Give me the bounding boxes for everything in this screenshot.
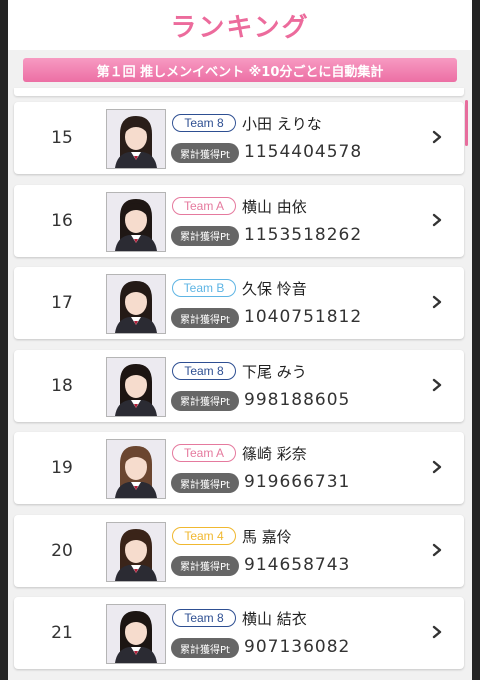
rank-number: 16: [51, 210, 73, 231]
rank-number: 19: [51, 458, 73, 478]
chevron-right-icon[interactable]: [426, 539, 448, 561]
points-label: 累計獲得Pt: [171, 555, 239, 576]
member-portrait-icon: [107, 110, 165, 168]
member-portrait-icon: [107, 275, 165, 333]
chevron-right-icon[interactable]: [426, 374, 448, 396]
scrollbar-thumb[interactable]: [465, 100, 468, 146]
ranking-card[interactable]: 17 Team B 久保 怜音 累計獲得Pt 1040751812: [14, 267, 464, 339]
chevron-right-icon[interactable]: [426, 126, 448, 148]
ranking-card[interactable]: 20 Team 4 馬 嘉伶 累計獲得Pt 914658743: [14, 514, 464, 587]
member-photo: [106, 191, 166, 252]
member-portrait-icon: [107, 605, 165, 663]
member-photo: [106, 439, 166, 499]
member-photo: [106, 356, 166, 417]
points-label: 累計獲得Pt: [171, 390, 239, 411]
points-label: 累計獲得Pt: [171, 225, 239, 246]
points-value: 1040751812: [244, 307, 363, 327]
team-badge: Team B: [172, 279, 236, 297]
chevron-right-icon[interactable]: [426, 209, 448, 231]
team-badge: Team 8: [172, 114, 236, 132]
previous-card-edge: [14, 88, 464, 96]
member-portrait-icon: [107, 440, 165, 498]
ranking-card[interactable]: 19 Team A 篠崎 彩奈 累計獲得Pt 919666731: [14, 432, 464, 504]
team-badge: Team A: [172, 196, 236, 215]
points-value: 914658743: [244, 554, 351, 575]
points-value: 919666731: [244, 472, 351, 492]
ranking-card[interactable]: 15 Team 8 小田 えりな 累計獲得Pt 1154404578: [14, 102, 464, 174]
chevron-right-icon[interactable]: [426, 621, 448, 643]
points-label: 累計獲得Pt: [171, 638, 239, 658]
ranking-card[interactable]: 21 Team 8 横山 結衣 累計獲得Pt 907136082: [14, 597, 464, 669]
team-badge: Team 4: [172, 526, 236, 545]
team-badge: Team A: [172, 444, 236, 462]
member-name: 篠崎 彩奈: [242, 445, 307, 463]
rank-number: 20: [51, 540, 73, 561]
member-name: 小田 えりな: [242, 115, 322, 133]
rank-number: 21: [51, 623, 73, 643]
member-name: 久保 怜音: [242, 280, 307, 298]
rank-number: 15: [51, 128, 73, 148]
page-title: ランキング: [170, 12, 310, 43]
points-value: 1154404578: [244, 142, 363, 162]
member-name: 馬 嘉伶: [242, 527, 292, 546]
member-photo: [106, 521, 166, 582]
member-photo: [106, 109, 166, 169]
chevron-right-icon[interactable]: [426, 291, 448, 313]
ranking-list[interactable]: 15 Team 8 小田 えりな 累計獲得Pt 1154404578 16 Te…: [8, 88, 472, 680]
member-portrait-icon: [107, 357, 165, 416]
points-label: 累計獲得Pt: [171, 473, 239, 493]
ranking-card[interactable]: 18 Team 8 下尾 みう 累計獲得Pt 998188605: [14, 349, 464, 422]
team-badge: Team 8: [172, 361, 236, 380]
header-bar: ランキング: [8, 0, 472, 50]
points-value: 907136082: [244, 637, 351, 657]
rank-number: 17: [51, 293, 73, 313]
member-portrait-icon: [107, 522, 165, 581]
member-name: 横山 結衣: [242, 610, 307, 628]
points-value: 1153518262: [244, 224, 363, 245]
team-badge: Team 8: [172, 609, 236, 627]
chevron-right-icon[interactable]: [426, 456, 448, 478]
event-banner: 第１回 推しメンイベント ※10分ごとに自動集計: [23, 58, 457, 82]
ranking-card[interactable]: 16 Team A 横山 由依 累計獲得Pt 1153518262: [14, 184, 464, 257]
member-portrait-icon: [107, 192, 165, 251]
member-name: 下尾 みう: [242, 362, 307, 381]
points-label: 累計獲得Pt: [171, 308, 239, 328]
member-photo: [106, 274, 166, 334]
rank-number: 18: [51, 375, 73, 396]
points-value: 998188605: [244, 389, 351, 410]
points-label: 累計獲得Pt: [171, 143, 239, 163]
member-photo: [106, 604, 166, 664]
member-name: 横山 由依: [242, 197, 307, 216]
ranking-panel: ランキング 第１回 推しメンイベント ※10分ごとに自動集計 15 Team 8…: [8, 0, 472, 680]
